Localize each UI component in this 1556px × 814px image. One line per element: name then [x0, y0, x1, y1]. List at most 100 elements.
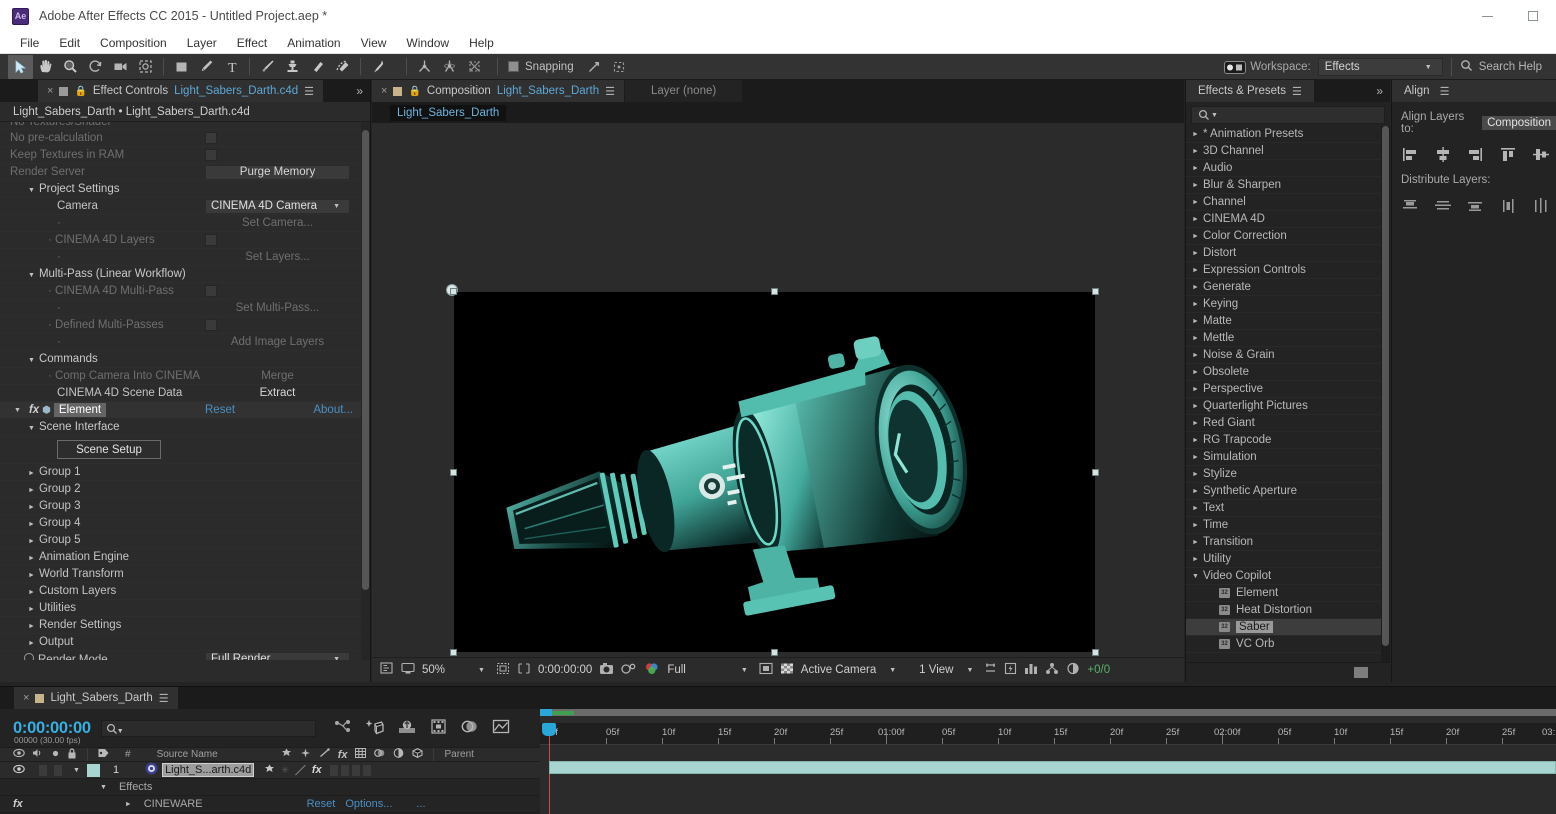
group-row[interactable]: ► Animation Engine	[0, 549, 361, 566]
eraser-tool-icon[interactable]	[305, 55, 330, 79]
shape-tool-icon[interactable]	[169, 55, 194, 79]
view-layout-value[interactable]: 1 View	[919, 664, 953, 676]
element-about-link[interactable]: About...	[313, 404, 353, 416]
disclosure-triangle-icon[interactable]: ▼	[28, 187, 35, 194]
snap-align-icon[interactable]	[582, 55, 607, 79]
effects-category[interactable]: ► Time	[1186, 517, 1381, 534]
frame-blending-icon[interactable]	[355, 748, 367, 761]
disclosure-triangle-icon[interactable]: ▼	[28, 272, 35, 279]
disclosure-triangle-icon[interactable]: ►	[1192, 267, 1199, 274]
camera-view-value[interactable]: Active Camera	[801, 664, 876, 676]
effects-category[interactable]: ► Generate	[1186, 279, 1381, 296]
group-row[interactable]: ► Group 3	[0, 498, 361, 515]
group-row[interactable]: ► Custom Layers	[0, 583, 361, 600]
always-preview-icon[interactable]	[380, 662, 394, 678]
panel-menu-icon[interactable]: ☰	[605, 85, 615, 98]
disclosure-triangle-icon[interactable]: ►	[1192, 148, 1199, 155]
set-multipass-button[interactable]: Set Multi-Pass...	[205, 302, 350, 314]
selection-handle-tr[interactable]	[1092, 288, 1099, 295]
disclosure-triangle-icon[interactable]: ►	[28, 623, 35, 630]
disclosure-triangle-icon[interactable]: ►	[28, 504, 35, 511]
effects-category[interactable]: ► * Animation Presets	[1186, 126, 1381, 143]
align-top-icon[interactable]	[1493, 143, 1524, 165]
element-effect-header[interactable]: ▼ fx ⬢ Element Reset About...	[0, 402, 361, 419]
disclosure-triangle-icon[interactable]: ▼	[28, 425, 35, 432]
roto-brush-tool-icon[interactable]	[330, 55, 355, 79]
new-folder-icon[interactable]	[1354, 667, 1368, 678]
snapping-checkbox[interactable]	[508, 61, 519, 72]
effects-category[interactable]: ► Stylize	[1186, 466, 1381, 483]
param-row[interactable]: · Set Multi-Pass...	[0, 300, 361, 317]
effects-category[interactable]: ► Red Giant	[1186, 415, 1381, 432]
disclosure-triangle-icon[interactable]: ▼	[28, 357, 35, 364]
layer-shy-icon[interactable]	[264, 764, 275, 777]
param-row[interactable]: · CINEMA 4D Layers	[0, 232, 361, 249]
param-row[interactable]: · Comp Camera Into CINEMA Merge	[0, 368, 361, 385]
disclosure-triangle-icon[interactable]: ►	[1192, 369, 1199, 376]
effects-category[interactable]: ► RG Trapcode	[1186, 432, 1381, 449]
effects-category[interactable]: ► Perspective	[1186, 381, 1381, 398]
clone-stamp-tool-icon[interactable]	[280, 55, 305, 79]
effects-category-video-copilot[interactable]: ▼ Video Copilot	[1186, 568, 1381, 585]
zoom-level-value[interactable]: 50%	[422, 664, 445, 676]
panel-menu-icon[interactable]: ☰	[159, 692, 169, 705]
snap-region-icon[interactable]	[607, 55, 632, 79]
effects-category[interactable]: ► Mettle	[1186, 330, 1381, 347]
effect-disclosure-icon[interactable]: ►	[125, 801, 132, 808]
puppet-pin-tool-icon[interactable]	[366, 55, 391, 79]
effects-category[interactable]: ► Quarterlight Pictures	[1186, 398, 1381, 415]
param-row[interactable]: · Add Image Layers	[0, 334, 361, 351]
selection-handle-bl[interactable]	[450, 649, 457, 656]
playhead-handle[interactable]	[542, 723, 556, 736]
effect-controls-scrollbar[interactable]	[361, 122, 370, 660]
set-layers-button[interactable]: Set Layers...	[205, 251, 350, 263]
param-row[interactable]: No pre-calculation	[0, 130, 361, 147]
group-row[interactable]: ► Group 4	[0, 515, 361, 532]
label-color-icon[interactable]	[98, 748, 109, 761]
menu-file[interactable]: File	[10, 32, 49, 54]
panel-menu-icon[interactable]: ☰	[1440, 85, 1450, 98]
graph-editor-icon[interactable]	[334, 719, 352, 737]
disclosure-triangle-icon[interactable]: ►	[1192, 165, 1199, 172]
stopwatch-icon[interactable]	[24, 652, 34, 660]
world-axis-icon[interactable]	[437, 55, 462, 79]
effects-category[interactable]: ► Synthetic Aperture	[1186, 483, 1381, 500]
tab-layer[interactable]: Layer (none)	[624, 80, 744, 102]
group-row[interactable]: ► World Transform	[0, 566, 361, 583]
exposure-icon[interactable]	[1066, 662, 1080, 678]
column-source-name-header[interactable]: Source Name	[157, 749, 218, 760]
overflow-chevron-icon[interactable]: »	[1376, 84, 1383, 98]
composition-viewport[interactable]	[372, 125, 1184, 657]
selection-tool-icon[interactable]	[8, 54, 33, 79]
disclosure-triangle-icon[interactable]: ►	[1192, 522, 1199, 529]
disclosure-triangle-icon[interactable]: ►	[28, 640, 35, 647]
purge-memory-button[interactable]: Purge Memory	[205, 164, 350, 180]
motion-blur-layer-icon[interactable]	[374, 748, 385, 761]
disclosure-triangle-icon[interactable]: ►	[1192, 403, 1199, 410]
tab-timeline[interactable]: × Light_Sabers_Darth ☰	[14, 687, 179, 709]
panel-menu-icon[interactable]: ☰	[1292, 85, 1302, 98]
composition-canvas[interactable]	[454, 292, 1095, 652]
disclosure-triangle-icon[interactable]: ►	[1192, 471, 1199, 478]
monitor-icon[interactable]	[401, 662, 415, 678]
title-action-safe-icon[interactable]	[496, 662, 510, 678]
set-camera-button[interactable]: Set Camera...	[205, 217, 350, 229]
selection-handle-mr[interactable]	[1092, 469, 1099, 476]
solo-icon[interactable]	[51, 749, 60, 761]
menu-view[interactable]: View	[351, 32, 397, 54]
effect-item-heat-distortion[interactable]: 32 Heat Distortion	[1186, 602, 1381, 619]
auto-keyframe-icon[interactable]	[398, 719, 416, 737]
menu-window[interactable]: Window	[396, 32, 459, 54]
brush-tool-icon[interactable]	[255, 55, 280, 79]
tab-composition[interactable]: × 🔒 Composition Light_Sabers_Darth ☰	[372, 80, 625, 102]
effects-category[interactable]: ► 3D Channel	[1186, 143, 1381, 160]
zoom-chevron-icon[interactable]: ▼	[478, 667, 485, 674]
disclosure-triangle-icon[interactable]: ►	[1192, 454, 1199, 461]
distribute-vertical-center-icon[interactable]	[1428, 194, 1459, 216]
param-row[interactable]: · Set Camera...	[0, 215, 361, 232]
effects-icon[interactable]: fx	[338, 749, 348, 761]
lock-icon[interactable]	[67, 747, 77, 762]
extract-button[interactable]: Extract	[205, 387, 350, 399]
layer-collapse-icon[interactable]: ✳	[281, 765, 289, 776]
resolution-chevron-icon[interactable]: ▼	[741, 667, 748, 674]
